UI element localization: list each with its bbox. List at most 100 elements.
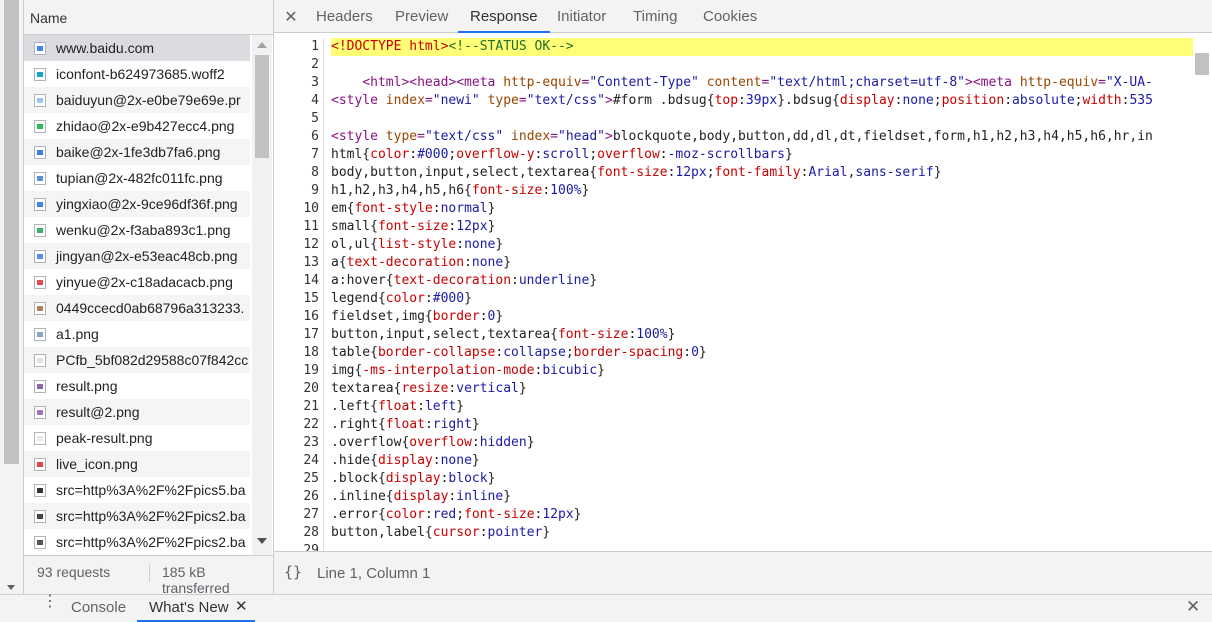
line-number: 14: [303, 273, 319, 288]
image-icon: [34, 536, 46, 549]
line-number: 29: [303, 543, 319, 551]
response-code-viewer[interactable]: 1 2 3 4 5 6 7 8 9 10 11 12 13 14 15 16 17 18 19 20 21 22 23 24 2…: [274, 33, 1212, 551]
request-row[interactable]: 0449ccecd0ab68796a313233.: [24, 295, 250, 321]
drawer-tab-whats-new[interactable]: What's New: [149, 599, 229, 616]
tab-preview[interactable]: Preview: [395, 0, 448, 33]
request-row[interactable]: baike@2x-1fe3db7fa6.png: [24, 139, 250, 165]
line-number: 17: [303, 327, 319, 342]
image-icon: [34, 224, 46, 237]
image-icon: [34, 120, 46, 133]
document-icon: [34, 42, 46, 55]
code-line: html{color:#000;overflow-y:scroll;overfl…: [331, 147, 793, 162]
line-number: 8: [311, 165, 319, 180]
close-icon[interactable]: ✕: [283, 7, 299, 27]
line-number: 6: [311, 129, 319, 144]
line-number: 11: [303, 219, 319, 234]
code-line: button,input,select,textarea{font-size:1…: [331, 327, 676, 342]
source-status-bar: {} Line 1, Column 1: [274, 551, 1212, 594]
request-row[interactable]: src=http%3A%2F%2Fpics2.ba: [24, 529, 250, 555]
request-summary-bar: 93 requests 185 kB transferred: [24, 555, 273, 596]
request-list-panel: Name www.baidu.com iconfont-b624973685.wo…: [24, 0, 274, 596]
more-menu-icon[interactable]: ⋮: [42, 594, 58, 610]
line-number: 16: [303, 309, 319, 324]
scroll-up-arrow-icon[interactable]: [257, 42, 267, 48]
image-icon: [34, 354, 46, 367]
request-row[interactable]: zhidao@2x-e9b427ecc4.png: [24, 113, 250, 139]
scroll-down-arrow-icon[interactable]: [7, 585, 15, 590]
tab-timing[interactable]: Timing: [633, 0, 677, 33]
line-number: 23: [303, 435, 319, 450]
scrollbar-thumb[interactable]: [255, 55, 269, 158]
code-lines[interactable]: <!DOCTYPE html><!--STATUS OK--> <html><h…: [331, 38, 1193, 551]
font-icon: [34, 68, 46, 81]
request-row[interactable]: jingyan@2x-e53eac48cb.png: [24, 243, 250, 269]
request-name: yingxiao@2x-9ce96df36f.png: [56, 196, 238, 212]
request-name: live_icon.png: [56, 456, 138, 472]
devtools-window: Name www.baidu.com iconfont-b624973685.wo…: [0, 0, 1212, 622]
request-row[interactable]: live_icon.png: [24, 451, 250, 477]
code-line: table{border-collapse:collapse;border-sp…: [331, 345, 707, 360]
close-drawer-icon[interactable]: ✕: [1186, 597, 1200, 617]
line-number: 22: [303, 417, 319, 432]
request-count: 93 requests: [37, 564, 111, 580]
code-vertical-scrollbar[interactable]: [1193, 33, 1212, 551]
tab-initiator[interactable]: Initiator: [557, 0, 606, 33]
request-row[interactable]: src=http%3A%2F%2Fpics2.ba: [24, 503, 250, 529]
detail-tabbar: ✕ Headers Preview Response Initiator Tim…: [274, 0, 1212, 33]
request-list: www.baidu.com iconfont-b624973685.woff2 ba…: [24, 35, 250, 555]
request-row[interactable]: tupian@2x-482fc011fc.png: [24, 165, 250, 191]
code-line: .hide{display:none}: [331, 453, 480, 468]
scrollbar-thumb[interactable]: [1195, 53, 1209, 75]
code-line: .inline{display:inline}: [331, 489, 512, 504]
close-tab-icon[interactable]: ✕: [235, 597, 248, 615]
request-detail-panel: ✕ Headers Preview Response Initiator Tim…: [274, 0, 1212, 594]
line-number: 26: [303, 489, 319, 504]
line-number-gutter: 1 2 3 4 5 6 7 8 9 10 11 12 13 14 15 16 17 18 19 20 21 22 23 24 2…: [274, 38, 324, 551]
request-row[interactable]: wenku@2x-f3aba893c1.png: [24, 217, 250, 243]
request-name: a1.png: [56, 326, 99, 342]
code-line: body,button,input,select,textarea{font-s…: [331, 165, 942, 180]
image-icon: [34, 198, 46, 211]
request-row[interactable]: www.baidu.com: [24, 35, 250, 61]
request-row[interactable]: result.png: [24, 373, 250, 399]
line-number: 4: [311, 93, 319, 108]
pretty-print-braces-icon[interactable]: {}: [284, 563, 302, 581]
request-name: iconfont-b624973685.woff2: [56, 66, 225, 82]
tab-response[interactable]: Response: [458, 0, 550, 33]
scroll-down-arrow-icon[interactable]: [257, 538, 267, 544]
code-line: .right{float:right}: [331, 417, 480, 432]
request-row[interactable]: peak-result.png: [24, 425, 250, 451]
outer-scrollbar-thumb[interactable]: [4, 0, 19, 464]
request-row[interactable]: yingxiao@2x-9ce96df36f.png: [24, 191, 250, 217]
line-number: 27: [303, 507, 319, 522]
code-line: fieldset,img{border:0}: [331, 309, 504, 324]
code-line: .block{display:block}: [331, 471, 496, 486]
request-row[interactable]: PCfb_5bf082d29588c07f842cc: [24, 347, 250, 373]
tab-headers[interactable]: Headers: [316, 0, 373, 33]
cursor-position: Line 1, Column 1: [317, 565, 431, 582]
line-number: 18: [303, 345, 319, 360]
request-name: www.baidu.com: [56, 40, 155, 56]
image-icon: [34, 250, 46, 263]
request-row[interactable]: iconfont-b624973685.woff2: [24, 61, 250, 87]
code-line: <html><head><meta http-equiv="Content-Ty…: [362, 75, 1153, 90]
request-name: peak-result.png: [56, 430, 153, 446]
request-name: tupian@2x-482fc011fc.png: [56, 170, 223, 186]
tab-cookies[interactable]: Cookies: [703, 0, 757, 33]
request-row[interactable]: result@2.png: [24, 399, 250, 425]
request-row[interactable]: src=http%3A%2F%2Fpics5.ba: [24, 477, 250, 503]
request-row[interactable]: a1.png: [24, 321, 250, 347]
request-list-scrollbar[interactable]: [252, 35, 272, 555]
request-row[interactable]: baiduyun@2x-e0be79e69e.pr: [24, 87, 250, 113]
request-name: src=http%3A%2F%2Fpics2.ba: [56, 508, 246, 524]
request-row[interactable]: yinyue@2x-c18adacacb.png: [24, 269, 250, 295]
line-number: 28: [303, 525, 319, 540]
code-line: a{text-decoration:none}: [331, 255, 512, 270]
image-icon: [34, 458, 46, 471]
name-column-header[interactable]: Name: [24, 0, 273, 35]
image-icon: [34, 484, 46, 497]
drawer-tab-console[interactable]: Console: [71, 599, 126, 616]
code-line: .left{float:left}: [331, 399, 465, 414]
name-column-label: Name: [30, 10, 68, 26]
